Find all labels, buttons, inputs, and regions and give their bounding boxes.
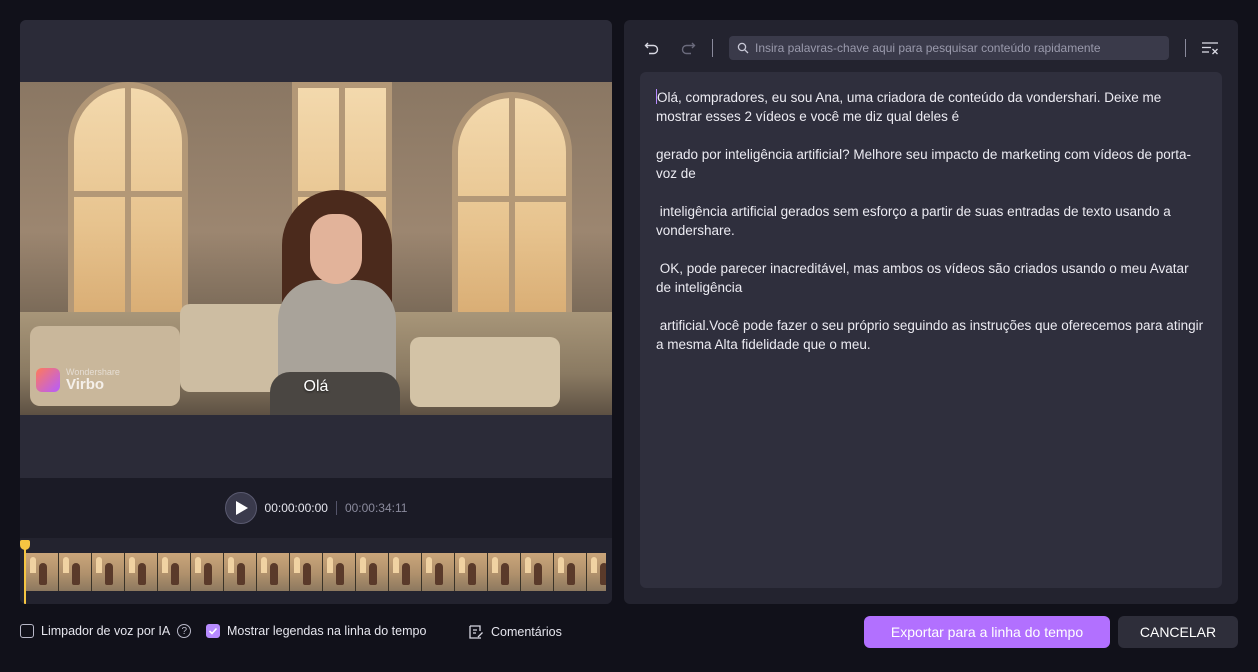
background-window [452,92,572,322]
timeline-thumbnail [158,553,191,591]
watermark-brand-small: Wondershare [66,367,120,377]
preview-panel: Wondershare Virbo Olá 00:00:00:00 00:00:… [20,20,612,604]
search-box[interactable] [729,36,1169,60]
undo-button[interactable] [642,38,662,58]
timeline-thumbnail [224,553,257,591]
timeline-thumbnail [521,553,554,591]
total-time: 00:00:34:11 [344,501,408,515]
transcript-panel: Olá, compradores, eu sou Ana, uma criado… [624,20,1238,604]
playhead[interactable] [20,540,30,604]
thumbnail-strip[interactable] [26,553,606,591]
timeline-thumbnail [59,553,92,591]
timeline-thumbnail [125,553,158,591]
cancel-button[interactable]: CANCELAR [1118,616,1238,648]
voice-cleaner-option[interactable]: Limpador de voz por IA ? [20,624,192,638]
play-button[interactable] [224,492,257,524]
transcript-text-area[interactable]: Olá, compradores, eu sou Ana, uma criado… [640,72,1222,588]
comments-label: Comentários [491,625,562,639]
play-icon [235,501,248,515]
time-separator [335,501,337,515]
timeline-thumbnail [323,553,356,591]
timeline-thumbnail [422,553,455,591]
show-subtitles-label: Mostrar legendas na linha do tempo [227,624,427,638]
toolbar-divider [712,39,713,57]
timeline-thumbnail [26,553,59,591]
playback-controls: 00:00:00:00 00:00:34:11 [20,478,612,538]
video-subtitle: Olá [303,378,329,395]
editor-toolbar [624,34,1238,62]
show-subtitles-option[interactable]: Mostrar legendas na linha do tempo [206,624,426,638]
timeline[interactable] [20,540,612,604]
app-window: Wondershare Virbo Olá 00:00:00:00 00:00:… [0,0,1258,672]
timeline-thumbnail [488,553,521,591]
video-frame[interactable]: Wondershare Virbo Olá [20,82,612,415]
comments-button[interactable]: Comentários [468,624,562,640]
show-subtitles-checkbox[interactable] [206,624,220,638]
timeline-thumbnail [290,553,323,591]
toolbar-divider [1185,39,1186,57]
timeline-thumbnail [389,553,422,591]
timeline-thumbnail [554,553,587,591]
timeline-thumbnail [92,553,125,591]
background-window [68,82,188,322]
transcript-paragraph[interactable]: OK, pode parecer inacreditável, mas ambo… [656,259,1206,297]
filter-clear-button[interactable] [1200,38,1220,58]
timeline-thumbnail [356,553,389,591]
transcript-paragraph[interactable]: Olá, compradores, eu sou Ana, uma criado… [656,88,1206,126]
redo-icon [681,42,696,55]
transcript-paragraph[interactable]: artificial.Você pode fazer o seu próprio… [656,316,1206,354]
timeline-thumbnail [191,553,224,591]
cushion [410,337,560,407]
export-to-timeline-button[interactable]: Exportar para a linha do tempo [864,616,1110,648]
playhead-handle[interactable] [20,540,30,550]
current-time: 00:00:00:00 [264,501,328,515]
search-icon [737,42,749,54]
undo-icon [644,42,659,55]
player-area: Wondershare Virbo Olá [20,20,612,478]
transcript-paragraph[interactable]: inteligência artificial gerados sem esfo… [656,202,1206,240]
filter-clear-icon [1202,42,1218,55]
transcript-paragraph[interactable]: gerado por inteligência artificial? Melh… [656,145,1206,183]
transcript-paragraph-text: Olá, compradores, eu sou Ana, uma criado… [656,90,1162,124]
voice-cleaner-checkbox[interactable] [20,624,34,638]
checkmark-icon [208,627,218,635]
comment-icon [469,625,483,639]
timeline-thumbnail [257,553,290,591]
bottom-bar: Limpador de voz por IA ? Mostrar legenda… [0,610,1258,672]
voice-cleaner-label: Limpador de voz por IA [41,624,171,638]
redo-button[interactable] [678,38,698,58]
help-icon[interactable]: ? [177,624,192,638]
timeline-thumbnail [587,553,606,591]
timeline-thumbnail [455,553,488,591]
presenter-face [310,214,362,284]
search-input[interactable] [755,41,1169,55]
